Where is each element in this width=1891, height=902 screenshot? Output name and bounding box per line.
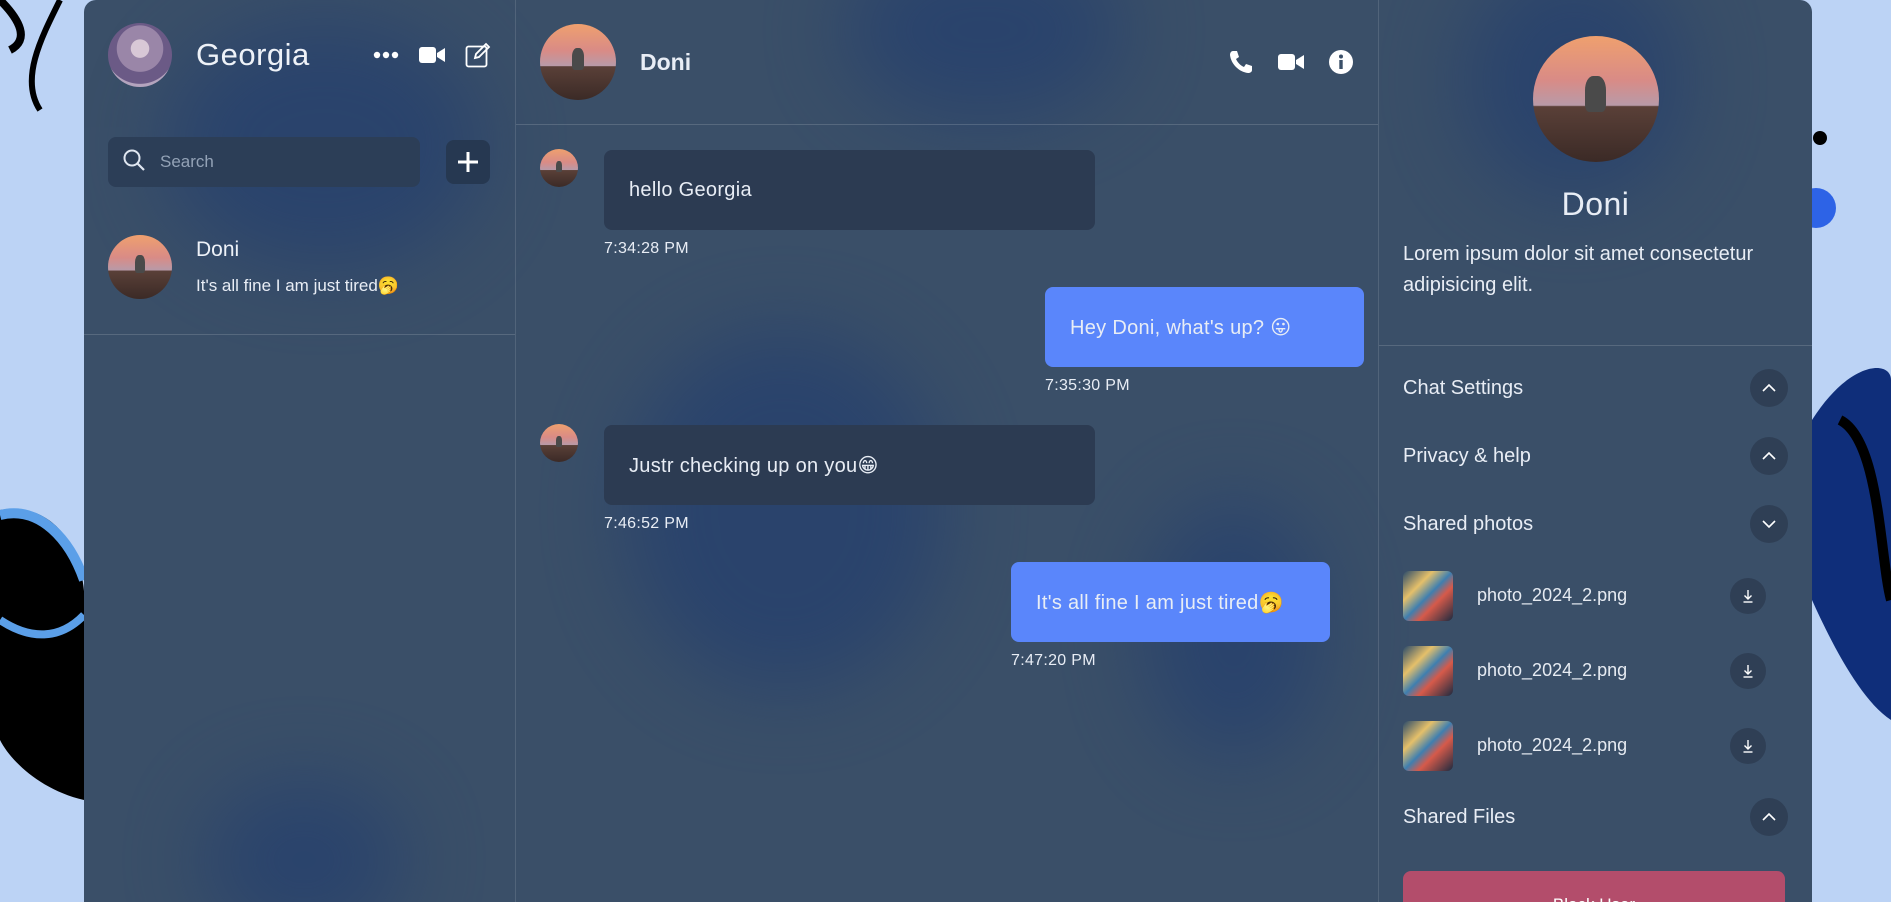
info-icon[interactable]	[1328, 49, 1354, 75]
message-incoming: hello Georgia 7:34:28 PM	[604, 150, 1095, 258]
conversation-sidebar: Georgia Search Doni It's all fine I am j…	[84, 0, 516, 902]
section-label: Shared photos	[1403, 512, 1534, 535]
avatar	[1532, 36, 1659, 162]
sidebar-header: Georgia	[84, 0, 515, 110]
list-item[interactable]: Doni It's all fine I am just tired🥱	[84, 223, 515, 335]
chat-header: Doni	[516, 0, 1378, 125]
list-item: photo_2024_2.png	[1379, 708, 1812, 783]
video-icon[interactable]	[419, 46, 445, 64]
search-icon	[122, 148, 146, 177]
block-user-button[interactable]: Block User	[1403, 871, 1785, 902]
compose-icon[interactable]	[465, 42, 491, 68]
chevron-down-icon[interactable]	[1750, 505, 1788, 543]
video-icon[interactable]	[1278, 53, 1304, 71]
section-label: Chat Settings	[1403, 376, 1524, 399]
message-text: Justr checking up on you😁	[604, 425, 1095, 505]
profile-card: Doni Lorem ipsum dolor sit amet consecte…	[1379, 0, 1812, 346]
download-icon[interactable]	[1730, 652, 1766, 689]
chat-app: Georgia Search Doni It's all fine I am j…	[84, 0, 1812, 902]
download-icon[interactable]	[1730, 727, 1766, 764]
avatar	[540, 424, 578, 462]
list-item: photo_2024_2.png	[1379, 558, 1812, 633]
more-icon[interactable]	[373, 51, 399, 59]
section-chat-settings[interactable]: Chat Settings	[1379, 354, 1812, 422]
profile-bio: Lorem ipsum dolor sit amet consectetur a…	[1403, 243, 1754, 296]
search-bar	[108, 137, 420, 187]
details-panel: Doni Lorem ipsum dolor sit amet consecte…	[1379, 0, 1812, 902]
photo-thumbnail[interactable]	[1403, 570, 1453, 621]
message-time: 7:34:28 PM	[604, 240, 689, 257]
section-shared-photos[interactable]: Shared photos	[1379, 490, 1812, 558]
conversation-last-message: It's all fine I am just tired🥱	[196, 275, 399, 295]
profile-name: Doni	[1561, 186, 1630, 222]
avatar[interactable]	[108, 23, 172, 87]
search-input[interactable]	[160, 152, 400, 172]
message-text: Hey Doni, what's up? 😛	[1045, 287, 1364, 367]
message-time: 7:46:52 PM	[604, 515, 689, 532]
photo-name: photo_2024_2.png	[1477, 660, 1628, 680]
photo-thumbnail[interactable]	[1403, 720, 1453, 771]
current-user-name: Georgia	[196, 37, 310, 72]
section-shared-files[interactable]: Shared Files	[1379, 783, 1812, 851]
message-text: hello Georgia	[604, 150, 1095, 230]
section-privacy[interactable]: Privacy & help	[1379, 422, 1812, 490]
chevron-up-icon[interactable]	[1750, 437, 1788, 475]
avatar	[540, 149, 578, 187]
message-outgoing: Hey Doni, what's up? 😛 7:35:30 PM	[1045, 287, 1364, 395]
plus-icon	[458, 152, 478, 172]
message-time: 7:47:20 PM	[1011, 652, 1096, 669]
list-item: photo_2024_2.png	[1379, 633, 1812, 708]
chevron-up-icon[interactable]	[1750, 798, 1788, 836]
photo-name: photo_2024_2.png	[1477, 585, 1628, 605]
message-time: 7:35:30 PM	[1045, 377, 1130, 394]
message-outgoing: It's all fine I am just tired🥱 7:47:20 P…	[1011, 562, 1330, 670]
chat-contact-name: Doni	[640, 48, 692, 75]
chat-panel: Doni hello Georgia 7:34:28 PM Hey Doni, …	[516, 0, 1379, 902]
phone-icon[interactable]	[1228, 49, 1254, 75]
avatar	[108, 234, 172, 299]
section-label: Privacy & help	[1403, 444, 1531, 467]
add-conversation-button[interactable]	[446, 140, 490, 184]
photo-name: photo_2024_2.png	[1477, 735, 1628, 755]
message-text: It's all fine I am just tired🥱	[1011, 562, 1330, 642]
download-icon[interactable]	[1730, 577, 1766, 614]
avatar[interactable]	[540, 24, 616, 100]
conversation-name: Doni	[196, 237, 240, 261]
message-incoming: Justr checking up on you😁 7:46:52 PM	[604, 425, 1095, 533]
chevron-up-icon[interactable]	[1750, 369, 1788, 407]
section-label: Shared Files	[1403, 805, 1516, 828]
photo-thumbnail[interactable]	[1403, 645, 1453, 696]
